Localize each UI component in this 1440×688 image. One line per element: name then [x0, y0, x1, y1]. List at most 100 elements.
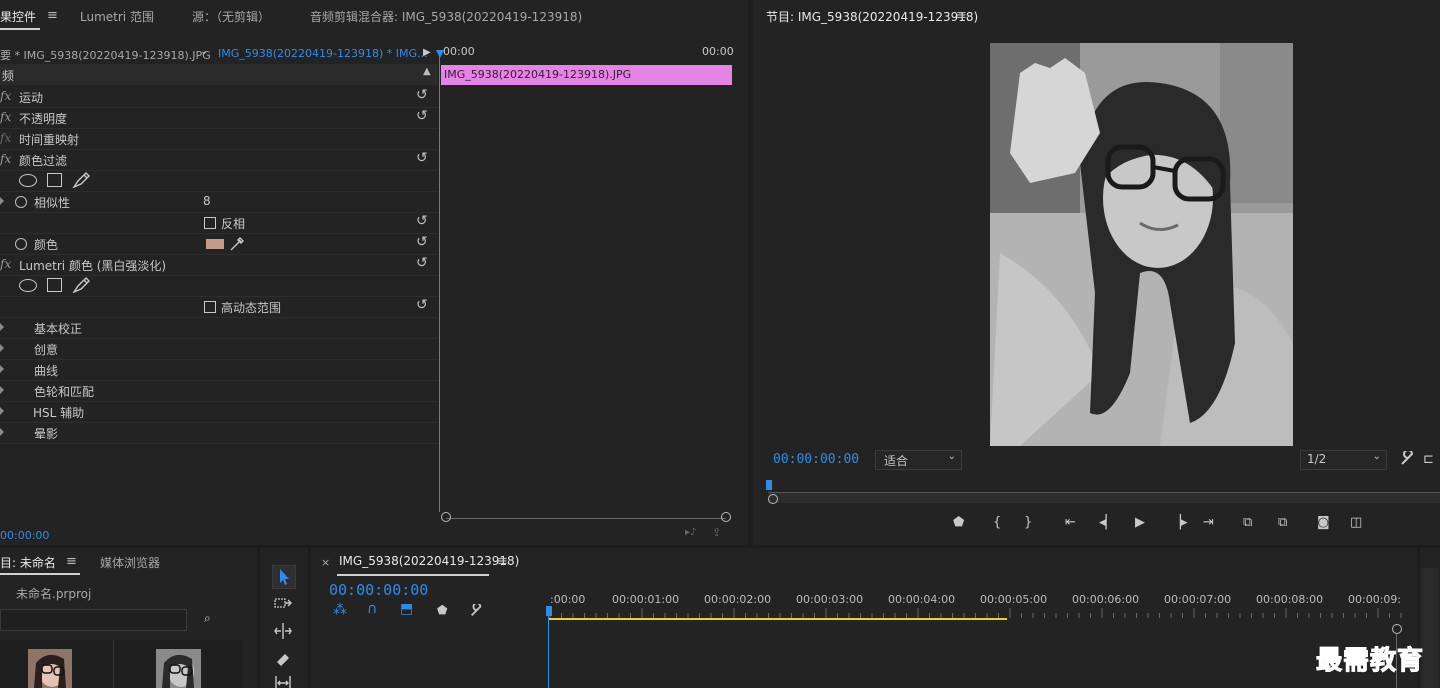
snap-magnet-icon[interactable]: ∩: [367, 601, 377, 617]
tab-media-browser[interactable]: 媒体浏览器: [100, 554, 160, 571]
add-marker-icon[interactable]: ⬟: [437, 603, 447, 617]
master-clip-label[interactable]: 要 * IMG_5938(20220419-123918).JPG: [0, 47, 211, 63]
effect-row-invert[interactable]: 反相 ↺: [0, 212, 438, 234]
ellipse-mask-icon[interactable]: [19, 174, 37, 187]
timeline-settings-wrench-icon[interactable]: [469, 604, 483, 618]
reset-icon[interactable]: ↺: [416, 150, 428, 166]
reset-icon[interactable]: ↺: [416, 297, 428, 313]
ripple-edit-tool-icon[interactable]: [272, 620, 294, 642]
color-swatch[interactable]: [206, 239, 224, 249]
selection-tool-icon[interactable]: [272, 565, 296, 589]
pen-mask-icon[interactable]: [72, 172, 90, 188]
chevron-down-icon[interactable]: ⌄: [200, 46, 208, 57]
linked-selection-icon[interactable]: ⬒: [400, 601, 413, 617]
invert-checkbox[interactable]: [204, 217, 216, 229]
effect-row-hdr[interactable]: 高动态范围 ↺: [0, 296, 438, 318]
reset-icon[interactable]: ↺: [416, 87, 428, 103]
ellipse-mask-icon[interactable]: [19, 279, 37, 292]
playhead-marker[interactable]: [546, 606, 552, 616]
fx-icon[interactable]: fx: [0, 110, 11, 124]
playhead-marker[interactable]: [766, 480, 772, 490]
reset-icon[interactable]: ↺: [416, 108, 428, 124]
panel-menu-icon[interactable]: ≡: [956, 8, 967, 23]
resolution-dropdown[interactable]: 1/2 ⌄: [1300, 450, 1387, 470]
close-tab-icon[interactable]: ×: [321, 556, 330, 569]
extract-icon[interactable]: ⧉: [1278, 515, 1287, 530]
stopwatch-icon[interactable]: [15, 196, 27, 208]
mark-in-icon[interactable]: {: [993, 515, 1001, 530]
program-video-frame[interactable]: [990, 43, 1293, 446]
lumetri-basic-row[interactable]: 基本校正: [0, 317, 438, 339]
rectangle-mask-icon[interactable]: [47, 278, 62, 292]
project-search-input[interactable]: [0, 609, 187, 631]
effect-row-lumetri[interactable]: fx Lumetri 颜色 (黑白强淡化) ↺: [0, 254, 438, 276]
scrubber-bar[interactable]: [768, 493, 1440, 503]
pen-mask-icon[interactable]: [72, 277, 90, 293]
effect-row-color[interactable]: 颜色 ↺: [0, 233, 438, 255]
fx-icon[interactable]: fx: [0, 89, 11, 103]
lumetri-wheels-row[interactable]: 色轮和匹配: [0, 380, 438, 402]
playhead-line[interactable]: [548, 616, 549, 688]
expand-triangle-icon[interactable]: [0, 344, 4, 352]
reset-icon[interactable]: ↺: [416, 213, 428, 229]
play-triangle-icon[interactable]: ▶: [423, 47, 431, 58]
add-marker-icon[interactable]: ⬟: [953, 515, 964, 530]
effect-row-similarity[interactable]: 相似性 8: [0, 191, 438, 213]
nest-sequence-icon[interactable]: ⁂: [333, 602, 347, 618]
slip-tool-icon[interactable]: [272, 672, 294, 688]
go-to-in-icon[interactable]: ⇤: [1065, 515, 1076, 530]
audio-only-icon[interactable]: ▸♪: [685, 527, 696, 538]
thumbnail-color[interactable]: [28, 649, 72, 688]
panel-menu-icon[interactable]: ≡: [497, 554, 508, 569]
step-forward-icon[interactable]: ▕▸: [1171, 515, 1188, 530]
more-icon[interactable]: ⊏: [1423, 452, 1434, 467]
zoom-handle-right[interactable]: [1392, 624, 1402, 634]
panel-menu-icon[interactable]: ≡: [66, 554, 77, 569]
reset-icon[interactable]: ↺: [416, 234, 428, 250]
reset-icon[interactable]: ↺: [416, 255, 428, 271]
play-icon[interactable]: ▶: [1135, 515, 1145, 530]
tab-project[interactable]: 目: 未命名: [0, 554, 56, 571]
expand-triangle-icon[interactable]: [0, 407, 4, 415]
effect-row-opacity[interactable]: fx 不透明度 ↺: [0, 107, 438, 129]
export-frame-camera-icon[interactable]: ◙: [1317, 515, 1330, 530]
fx-icon[interactable]: fx: [0, 152, 11, 166]
lumetri-hsl-row[interactable]: HSL 辅助: [0, 401, 438, 423]
comparison-view-icon[interactable]: ◫: [1350, 515, 1362, 530]
program-timecode[interactable]: 00:00:00:00: [773, 452, 859, 467]
ec-timecode[interactable]: 00:00:00: [0, 529, 49, 542]
eyedropper-icon[interactable]: [230, 237, 244, 251]
playhead-marker[interactable]: [436, 50, 444, 58]
tab-lumetri-scopes[interactable]: Lumetri 范围: [80, 8, 154, 25]
expand-triangle-icon[interactable]: [0, 197, 4, 205]
sequence-timecode[interactable]: 00:00:00:00: [329, 581, 428, 599]
hdr-checkbox[interactable]: [204, 301, 216, 313]
collapse-up-icon[interactable]: ▲: [423, 66, 431, 77]
effect-row-color-filter[interactable]: fx 颜色过滤 ↺: [0, 149, 438, 171]
tab-source[interactable]: 源：（无剪辑）: [192, 8, 270, 25]
zoom-handle-right[interactable]: [721, 512, 731, 522]
track-select-tool-icon[interactable]: [272, 593, 294, 615]
expand-triangle-icon[interactable]: [0, 386, 4, 394]
tab-audio-clip-mixer[interactable]: 音频剪辑混合器: IMG_5938(20220419-123918): [310, 8, 582, 25]
program-monitor-title[interactable]: 节目: IMG_5938(20220419-123918): [766, 8, 978, 25]
fx-icon[interactable]: fx: [0, 131, 11, 145]
expand-triangle-icon[interactable]: [0, 428, 4, 436]
go-to-out-icon[interactable]: ⇥: [1203, 515, 1214, 530]
sequence-clip-label[interactable]: IMG_5938(20220419-123918) * IMG...: [218, 47, 428, 60]
effect-row-time-remap[interactable]: fx 时间重映射: [0, 128, 438, 150]
export-icon[interactable]: ⇪: [712, 526, 721, 539]
effect-row-motion[interactable]: fx 运动 ↺: [0, 86, 438, 108]
lift-icon[interactable]: ⧉: [1243, 515, 1252, 530]
fx-icon[interactable]: fx: [0, 257, 11, 271]
mark-out-icon[interactable]: }: [1024, 515, 1032, 530]
panel-menu-icon[interactable]: ≡: [47, 8, 58, 23]
zoom-handle-left[interactable]: [768, 494, 778, 504]
playhead-line[interactable]: [439, 52, 440, 512]
tab-sequence[interactable]: IMG_5938(20220419-123918): [339, 554, 519, 568]
lumetri-creative-row[interactable]: 创意: [0, 338, 438, 360]
effect-clip-bar[interactable]: IMG_5938(20220419-123918).JPG: [441, 65, 732, 85]
work-area-bar[interactable]: [548, 618, 1007, 620]
similarity-value[interactable]: 8: [203, 194, 211, 208]
lumetri-vignette-row[interactable]: 晕影: [0, 422, 438, 444]
